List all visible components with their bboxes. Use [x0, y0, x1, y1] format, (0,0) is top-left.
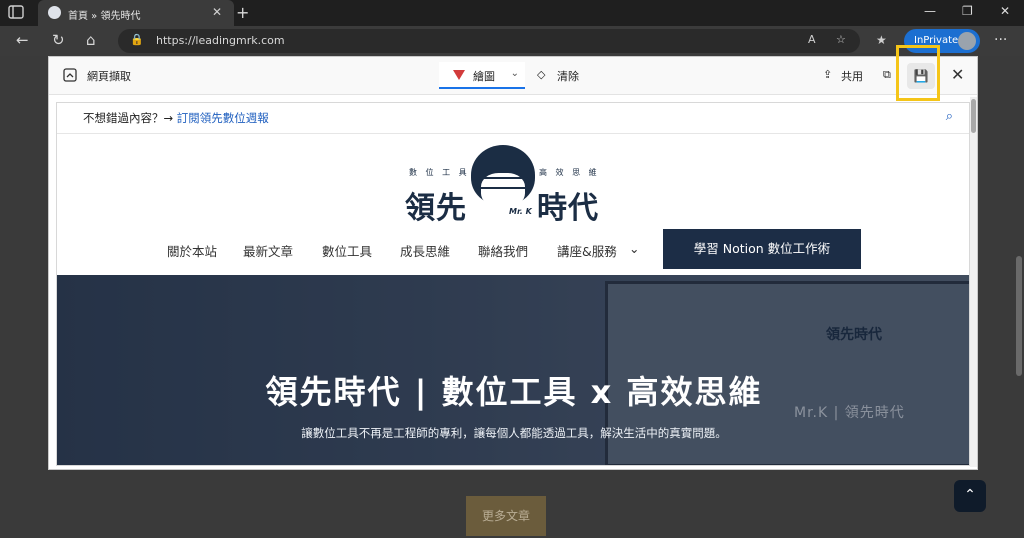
- hero-subtitle: 讓數位工具不再是工程師的專利，讓每個人都能透過工具，解決生活中的真實問題。: [301, 426, 727, 440]
- capture-scrollbar[interactable]: [970, 97, 977, 467]
- back-icon[interactable]: ←: [16, 31, 29, 49]
- window-close-icon[interactable]: ✕: [1000, 4, 1010, 18]
- web-capture-title: 網頁擷取: [87, 70, 131, 83]
- url-text: https://leadingmrk.com: [156, 34, 285, 47]
- nav-services-chevron-icon[interactable]: ⌄: [629, 241, 639, 256]
- logo-text-left: 領先: [405, 191, 467, 226]
- nav-contact[interactable]: 聯絡我們: [478, 241, 528, 260]
- share-icon[interactable]: ⇪: [823, 68, 832, 81]
- nav-latest[interactable]: 最新文章: [243, 241, 293, 260]
- close-capture-icon[interactable]: ✕: [951, 65, 964, 84]
- tab-close-icon[interactable]: ✕: [212, 5, 222, 19]
- read-aloud-icon[interactable]: A: [808, 33, 816, 46]
- announce-bar: 不想錯過內容？→ 訂閱領先數位週報: [83, 110, 269, 126]
- save-icon: 💾: [913, 69, 929, 83]
- capture-toolbar: 網頁擷取 繪圖 ⌄ ◇ 清除 ⇪ 共用 ⧉ 💾 ✕: [49, 45, 977, 101]
- tab-actions-icon[interactable]: [8, 4, 28, 22]
- eraser-icon[interactable]: ◇: [537, 68, 545, 81]
- chevron-down-icon[interactable]: ⌄: [511, 68, 519, 79]
- nav-services[interactable]: 講座&服務: [557, 241, 617, 260]
- active-tab[interactable]: 首頁 » 領先時代 ✕: [38, 0, 234, 26]
- tab-title: 首頁 » 領先時代: [68, 11, 141, 22]
- tab-bar: 首頁 » 領先時代 ✕ + — ❐ ✕: [0, 0, 1024, 26]
- address-bar: ← ↻ ⌂ 🔒 https://leadingmrk.com A ☆ ★ InP…: [0, 26, 1024, 56]
- pen-icon: [453, 70, 465, 80]
- capture-scrollbar-thumb[interactable]: [971, 99, 976, 133]
- draw-button[interactable]: 繪圖 ⌄: [439, 62, 525, 89]
- inprivate-label: InPrivate: [914, 35, 959, 46]
- logo-glasses-shape: [475, 177, 531, 189]
- erase-button[interactable]: 清除: [557, 68, 579, 84]
- logo-tagline-left: 數 位 工 具: [409, 168, 470, 177]
- page-scrollbar[interactable]: [1016, 256, 1022, 376]
- more-menu-icon[interactable]: ···: [994, 32, 1007, 48]
- new-tab-icon[interactable]: +: [236, 3, 249, 22]
- announce-text: 不想錯過內容？→: [83, 111, 174, 125]
- logo-mrk: Mr. K: [509, 207, 532, 216]
- logo-tagline-right: 高 效 思 維: [539, 168, 600, 177]
- hero-title: 領先時代 | 數位工具 x 高效思維: [265, 373, 763, 411]
- web-capture-panel: 網頁擷取 繪圖 ⌄ ◇ 清除 ⇪ 共用 ⧉ 💾 ✕ 不想錯過內容？→ 訂閱領先數…: [48, 45, 978, 470]
- divider: [57, 133, 969, 134]
- favorites-icon[interactable]: ★: [876, 33, 887, 47]
- home-icon[interactable]: ⌂: [86, 31, 96, 49]
- copy-icon[interactable]: ⧉: [883, 68, 891, 82]
- avatar: [958, 32, 976, 50]
- nav-about[interactable]: 關於本站: [167, 241, 217, 260]
- more-articles-button[interactable]: 更多文章: [466, 496, 546, 536]
- draw-label: 繪圖: [473, 70, 495, 83]
- save-button[interactable]: 💾: [907, 63, 935, 89]
- notion-cta-button[interactable]: 學習 Notion 數位工作術: [663, 229, 861, 269]
- hero-banner: 領先時代 Mr.K | 領先時代 領先時代 | 數位工具 x 高效思維 讓數位工…: [57, 275, 969, 465]
- site-favicon-icon: [48, 6, 61, 19]
- subscribe-link[interactable]: 訂閱領先數位週報: [177, 111, 269, 125]
- nav-digital-tools[interactable]: 數位工具: [322, 241, 372, 260]
- nav-growth[interactable]: 成長思維: [400, 241, 450, 260]
- back-to-top-button[interactable]: ⌃: [954, 480, 986, 512]
- inprivate-badge[interactable]: InPrivate: [904, 29, 980, 53]
- captured-page: 不想錯過內容？→ 訂閱領先數位週報 ⌕ 數 位 工 具 高 效 思 維 領先 時…: [56, 102, 970, 466]
- search-icon[interactable]: ⌕: [946, 109, 953, 124]
- chevron-up-icon: ⌃: [964, 487, 976, 503]
- lock-icon[interactable]: 🔒: [130, 33, 144, 46]
- web-capture-icon: [63, 68, 77, 85]
- url-field[interactable]: 🔒 https://leadingmrk.com A ☆: [118, 29, 860, 53]
- maximize-icon[interactable]: ❐: [962, 4, 973, 18]
- minimize-icon[interactable]: —: [924, 4, 936, 18]
- logo-text-right: 時代: [537, 191, 599, 226]
- site-logo[interactable]: 數 位 工 具 高 效 思 維 領先 時代 Mr. K: [405, 143, 605, 226]
- add-favorite-icon[interactable]: ☆: [836, 33, 846, 46]
- share-button[interactable]: 共用: [841, 68, 863, 84]
- refresh-icon[interactable]: ↻: [52, 31, 65, 49]
